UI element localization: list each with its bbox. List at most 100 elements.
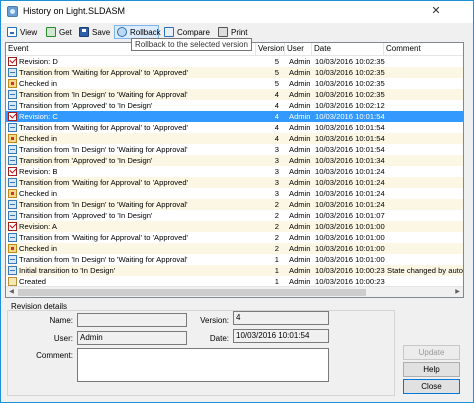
save-button[interactable]: Save: [79, 25, 110, 39]
table-row[interactable]: Transition from 'In Design' to 'Waiting …: [6, 199, 463, 210]
comment-cell: [387, 232, 463, 243]
version-cell: 3: [274, 156, 279, 165]
event-cell: Initial transition to 'In Design': [19, 266, 116, 275]
date-cell: 10/03/2016 10:01:00: [315, 255, 385, 264]
version-cell: 5: [274, 79, 279, 88]
history-list[interactable]: Event Version User Date Comment Revision…: [5, 42, 464, 298]
date-cell: 10/03/2016 10:01:54: [315, 123, 385, 132]
created-icon: [8, 277, 17, 286]
table-row[interactable]: Transition from 'Approved' to 'In Design…: [6, 100, 463, 111]
column-header-version[interactable]: Version: [256, 43, 285, 55]
version-cell: 2: [274, 200, 279, 209]
name-field[interactable]: [77, 313, 187, 327]
transition-icon: [8, 123, 17, 132]
horizontal-scrollbar[interactable]: ◀ ▶: [6, 286, 463, 297]
view-button[interactable]: View: [7, 25, 37, 39]
comment-cell: [387, 188, 463, 199]
table-row[interactable]: Transition from 'Waiting for Approval' t…: [6, 67, 463, 78]
table-row[interactable]: Revision: A 2 Admin 10/03/2016 10:01:00: [6, 221, 463, 232]
help-button[interactable]: Help: [403, 362, 460, 377]
table-row[interactable]: Revision: C 4 Admin 10/03/2016 10:01:54: [6, 111, 463, 122]
event-cell: Transition from 'Waiting for Approval' t…: [19, 123, 188, 132]
table-row[interactable]: Transition from 'Approved' to 'In Design…: [6, 155, 463, 166]
table-row[interactable]: Revision: D 5 Admin 10/03/2016 10:02:35: [6, 56, 463, 67]
table-row[interactable]: Checked in 3 Admin 10/03/2016 10:01:24: [6, 188, 463, 199]
table-row[interactable]: Transition from 'Waiting for Approval' t…: [6, 177, 463, 188]
event-cell: Transition from 'Waiting for Approval' t…: [19, 178, 188, 187]
date-cell: 10/03/2016 10:01:54: [315, 134, 385, 143]
version-cell: 5: [274, 57, 279, 66]
version-cell: 4: [274, 90, 279, 99]
comment-cell: [387, 56, 463, 67]
table-row[interactable]: Transition from 'Approved' to 'In Design…: [6, 210, 463, 221]
event-cell: Checked in: [19, 134, 57, 143]
table-row[interactable]: Transition from 'Waiting for Approval' t…: [6, 232, 463, 243]
table-row[interactable]: Checked in 5 Admin 10/03/2016 10:02:35: [6, 78, 463, 89]
scroll-right-icon[interactable]: ▶: [452, 287, 463, 297]
scroll-left-icon[interactable]: ◀: [6, 287, 17, 297]
table-row[interactable]: Revision: B 3 Admin 10/03/2016 10:01:24: [6, 166, 463, 177]
scroll-thumb[interactable]: [18, 289, 366, 296]
close-button[interactable]: Close: [403, 379, 460, 394]
transition-icon: [8, 200, 17, 209]
get-icon: [46, 27, 56, 37]
title-bar[interactable]: History on Light.SLDASM ✕: [1, 1, 473, 23]
comment-cell: State changed by automa: [387, 266, 463, 275]
compare-label: Compare: [177, 27, 210, 37]
user-cell: Admin: [289, 134, 311, 143]
update-button[interactable]: Update: [403, 345, 460, 360]
user-cell: Admin: [289, 167, 311, 176]
user-cell: Admin: [289, 90, 311, 99]
event-cell: Transition from 'Approved' to 'In Design…: [19, 156, 153, 165]
get-button[interactable]: Get: [46, 25, 72, 39]
column-header-date[interactable]: Date: [312, 43, 384, 55]
window-title: History on Light.SLDASM: [23, 6, 126, 16]
close-window-button[interactable]: ✕: [421, 1, 451, 22]
transition-icon: [8, 233, 17, 242]
date-cell: 10/03/2016 10:01:54: [315, 112, 385, 121]
date-cell: 10/03/2016 10:01:00: [315, 233, 385, 242]
version-cell: 3: [274, 178, 279, 187]
user-cell: Admin: [289, 255, 311, 264]
compare-icon: [164, 27, 174, 37]
user-cell: Admin: [289, 145, 311, 154]
table-row[interactable]: Initial transition to 'In Design' 1 Admin 1…: [6, 265, 463, 276]
transition-icon: [8, 211, 17, 220]
date-label: Date:: [209, 334, 229, 343]
print-button[interactable]: Print: [218, 25, 247, 39]
version-cell: 1: [274, 266, 279, 275]
table-row[interactable]: Transition from 'Waiting for Approval' t…: [6, 122, 463, 133]
event-cell: Transition from 'In Design' to 'Waiting …: [19, 145, 188, 154]
get-label: Get: [59, 27, 72, 37]
comment-cell: [387, 177, 463, 188]
event-cell: Revision: A: [19, 222, 57, 231]
column-header-comment[interactable]: Comment: [384, 43, 463, 55]
user-field[interactable]: Admin: [77, 331, 187, 345]
comment-cell: [387, 67, 463, 78]
date-field[interactable]: 10/03/2016 10:01:54: [233, 329, 329, 343]
date-cell: 10/03/2016 10:00:23: [315, 266, 385, 275]
date-cell: 10/03/2016 10:01:54: [315, 145, 385, 154]
version-field[interactable]: 4: [233, 311, 329, 325]
table-row[interactable]: Transition from 'In Design' to 'Waiting …: [6, 144, 463, 155]
comment-field[interactable]: [77, 348, 329, 382]
date-cell: 10/03/2016 10:01:24: [315, 200, 385, 209]
version-cell: 2: [274, 244, 279, 253]
table-row[interactable]: Checked in 2 Admin 10/03/2016 10:01:00: [6, 243, 463, 254]
comment-cell: [387, 144, 463, 155]
version-cell: 1: [274, 255, 279, 264]
version-cell: 2: [274, 222, 279, 231]
rollback-button[interactable]: Rollback: [114, 25, 161, 39]
column-header-user[interactable]: User: [285, 43, 312, 55]
comment-cell: [387, 254, 463, 265]
date-cell: 10/03/2016 10:02:12: [315, 101, 385, 110]
table-row[interactable]: Transition from 'In Design' to 'Waiting …: [6, 254, 463, 265]
compare-button[interactable]: Compare: [164, 25, 210, 39]
table-row[interactable]: Transition from 'In Design' to 'Waiting …: [6, 89, 463, 100]
event-cell: Transition from 'Waiting for Approval' t…: [19, 233, 188, 242]
table-row[interactable]: Checked in 4 Admin 10/03/2016 10:01:54: [6, 133, 463, 144]
revision-details-label: Revision details: [11, 302, 68, 311]
comment-cell: [387, 243, 463, 254]
comment-cell: [387, 199, 463, 210]
event-cell: Transition from 'In Design' to 'Waiting …: [19, 200, 188, 209]
